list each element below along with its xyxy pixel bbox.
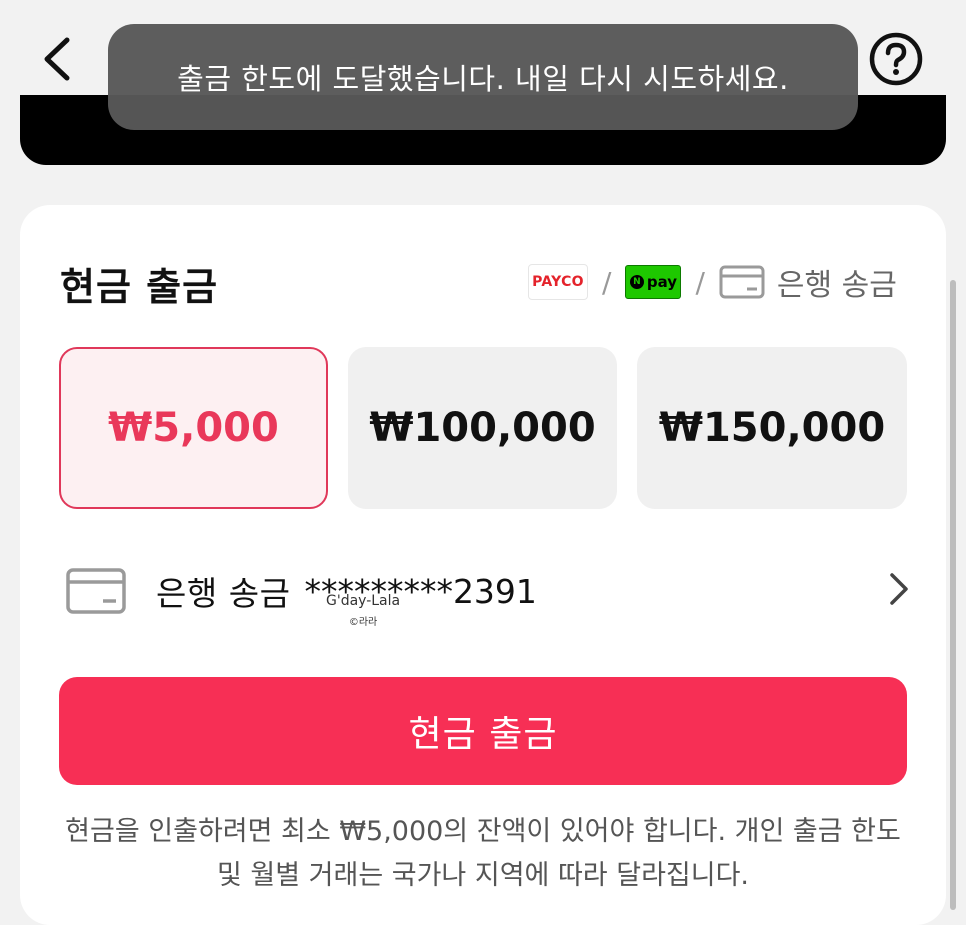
payco-label: PAYCO bbox=[532, 274, 584, 290]
bank-card-icon bbox=[66, 568, 126, 614]
npay-badge: N bbox=[629, 275, 644, 289]
separator: / bbox=[695, 265, 705, 299]
amount-label: ₩150,000 bbox=[658, 405, 886, 451]
watermark: G'day-Lala ©라라 bbox=[326, 590, 400, 634]
help-button[interactable] bbox=[868, 31, 924, 87]
chevron-right-icon bbox=[890, 573, 908, 605]
watermark-copyright: ©라라 bbox=[348, 617, 378, 628]
amount-option-5000[interactable]: ₩5,000 bbox=[59, 347, 328, 509]
amount-label: ₩100,000 bbox=[369, 405, 596, 451]
payment-methods: PAYCO / N pay / 은행 송금 bbox=[528, 260, 897, 304]
amount-label: ₩5,000 bbox=[108, 405, 279, 451]
amount-option-150000[interactable]: ₩150,000 bbox=[637, 347, 907, 509]
back-button[interactable] bbox=[36, 34, 76, 84]
bank-transfer-method: 은행 송금 bbox=[719, 260, 897, 304]
chevron-left-icon bbox=[44, 37, 70, 81]
npay-logo: N pay bbox=[625, 265, 682, 299]
withdraw-button[interactable]: 현금 출금 bbox=[59, 677, 907, 785]
npay-label: pay bbox=[646, 273, 678, 291]
scrollbar[interactable] bbox=[950, 280, 956, 910]
section-title: 현금 출금 bbox=[60, 265, 219, 309]
bank-transfer-label: 은행 송금 bbox=[776, 268, 897, 303]
separator: / bbox=[602, 265, 612, 299]
toast-text: 출금 한도에 도달했습니다. 내일 다시 시도하세요. bbox=[177, 62, 789, 96]
amount-option-100000[interactable]: ₩100,000 bbox=[348, 347, 617, 509]
account-label: 은행 송금 bbox=[156, 574, 291, 613]
withdraw-button-label: 현금 출금 bbox=[408, 714, 558, 755]
toast-message: 출금 한도에 도달했습니다. 내일 다시 시도하세요. bbox=[108, 24, 858, 130]
withdraw-notice: 현금을 인출하려면 최소 ₩5,000의 잔액이 있어야 합니다. 개인 출금 … bbox=[65, 816, 901, 891]
payco-logo: PAYCO bbox=[528, 264, 588, 300]
bank-card-icon bbox=[719, 265, 765, 299]
watermark-line: G'day-Lala bbox=[326, 593, 401, 609]
bank-account-selector[interactable]: 은행 송금 *********2391 bbox=[60, 555, 916, 627]
question-circle-icon bbox=[869, 32, 923, 86]
